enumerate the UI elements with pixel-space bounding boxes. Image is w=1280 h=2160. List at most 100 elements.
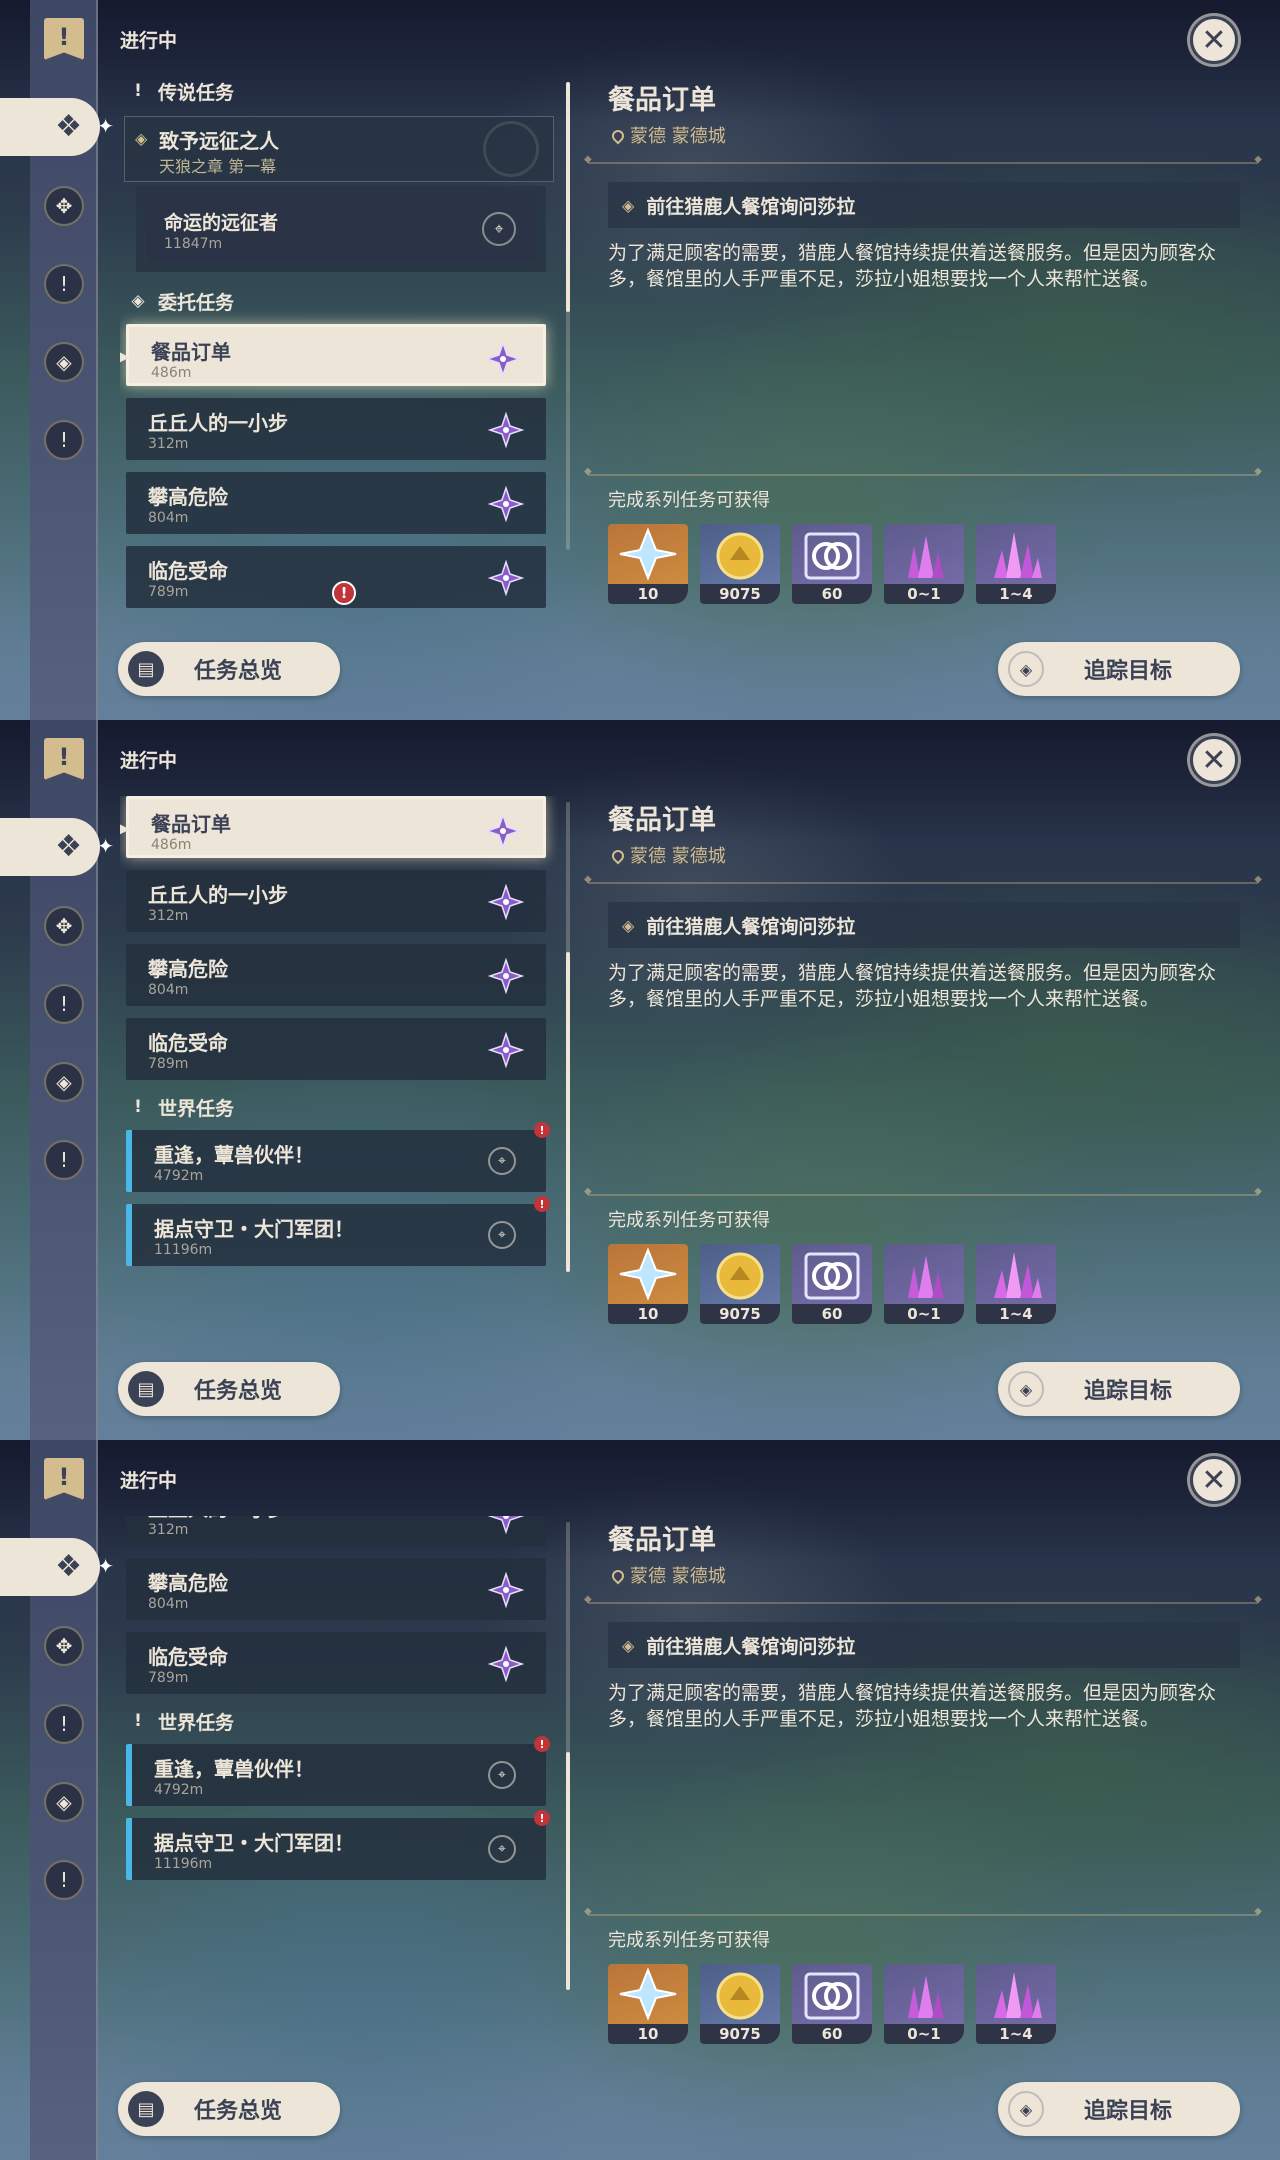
close-icon: ✕	[1201, 22, 1227, 58]
close-button[interactable]: ✕	[1190, 1456, 1238, 1504]
location-text: 蒙德 蒙德城	[630, 126, 726, 147]
reward-friendship-exp[interactable]: 60	[792, 524, 872, 604]
quest-book-icon: ▤	[128, 651, 164, 687]
rail-tab-alert[interactable]: !	[44, 420, 84, 460]
scrollbar-thumb[interactable]	[566, 952, 570, 1272]
close-button[interactable]: ✕	[1190, 16, 1238, 64]
rail-tab-commission[interactable]: ❖ ✦	[0, 818, 114, 876]
commission-star-icon	[488, 486, 524, 522]
quest-overview-button[interactable]: ▤ 任务总览	[118, 1362, 340, 1416]
map-pin-icon[interactable]: ⌖	[488, 1147, 516, 1175]
rail-tab-story[interactable]: ◈	[44, 1062, 84, 1102]
quest-overview-button[interactable]: ▤ 任务总览	[118, 2082, 340, 2136]
button-label: 追踪目标	[1084, 659, 1173, 684]
selected-arrow-icon: ▶	[120, 821, 130, 837]
divider	[584, 466, 1262, 477]
reward-friendship-exp[interactable]: 60	[792, 1964, 872, 2044]
close-button[interactable]: ✕	[1190, 736, 1238, 784]
reward-friendship-exp[interactable]: 60	[792, 1244, 872, 1324]
reward-qty: 0~1	[884, 1304, 964, 1324]
rail-tab-alert[interactable]: !	[44, 1140, 84, 1180]
map-pin-icon[interactable]: ⌖	[482, 212, 516, 246]
track-target-button[interactable]: ◈ 追踪目标	[998, 642, 1240, 696]
reward-mora[interactable]: 9075	[700, 1244, 780, 1324]
commission-icon: ❖	[55, 829, 82, 864]
commission-item-selected[interactable]: ▶ 餐品订单 486m	[120, 796, 546, 858]
world-quest-item[interactable]: 据点守卫・大门军团！ 11196m ⌖ !	[126, 1196, 550, 1266]
world-quest-item[interactable]: 重逢，蕈兽伙伴！ 4792m ⌖ !	[126, 1122, 550, 1192]
rail-tab-world[interactable]: !	[44, 1704, 84, 1744]
close-icon: ✕	[1201, 742, 1227, 778]
diamond-icon: ◈	[622, 1635, 635, 1655]
track-diamond-icon: ◈	[1008, 2091, 1044, 2127]
commission-item[interactable]: 临危受命 789m	[126, 1018, 546, 1080]
world-quest-item[interactable]: 重逢，蕈兽伙伴！ 4792m ⌖ !	[126, 1736, 550, 1806]
reward-primogem[interactable]: 10	[608, 1964, 688, 2044]
commission-item[interactable]: 丘丘人的一小步 312m	[126, 1516, 546, 1546]
reward-crystal-ore[interactable]: 0~1	[884, 1244, 964, 1324]
story-icon: ◈	[56, 1790, 72, 1814]
commission-item[interactable]: 临危受命 789m	[126, 1632, 546, 1694]
selected-spark-icon: ✦	[97, 114, 114, 138]
rail-tab-story[interactable]: ◈	[44, 342, 84, 382]
world-quest-icon: !	[59, 1712, 69, 1736]
commission-diamond-icon: ◈	[131, 291, 145, 311]
alert-icon: !	[59, 428, 69, 452]
reward-crystal-chunk[interactable]: 1~4	[976, 1964, 1056, 2044]
reward-primogem[interactable]: 10	[608, 524, 688, 604]
map-pin-icon[interactable]: ⌖	[488, 1835, 516, 1863]
objective-text: 前往猎鹿人餐馆询问莎拉	[646, 1635, 856, 1658]
commission-item[interactable]: 攀高危险 804m	[126, 472, 546, 534]
quest-list[interactable]: 丘丘人的一小步 312m 攀高危险 804m 临危受命 789m ! 世界任务 …	[120, 1516, 558, 2052]
map-pin-icon[interactable]: ⌖	[488, 1221, 516, 1249]
reward-primogem[interactable]: 10	[608, 1244, 688, 1324]
map-pin-icon[interactable]: ⌖	[488, 1761, 516, 1789]
track-target-button[interactable]: ◈ 追踪目标	[998, 1362, 1240, 1416]
reward-mora[interactable]: 9075	[700, 524, 780, 604]
rail-tab-archon[interactable]: ✥	[44, 906, 84, 946]
diamond-icon: ◈	[622, 195, 635, 215]
scrollbar-thumb[interactable]	[566, 82, 570, 312]
legend-subquest-item[interactable]: 命运的远征者 11847m ⌖	[136, 186, 546, 272]
reward-crystal-ore[interactable]: 0~1	[884, 1964, 964, 2044]
wolf-emblem-icon	[483, 121, 539, 177]
quest-overview-button[interactable]: ▤ 任务总览	[118, 642, 340, 696]
commission-item[interactable]: 丘丘人的一小步 312m	[126, 870, 546, 932]
commission-item-selected[interactable]: ▶ 餐品订单 486m	[120, 324, 546, 386]
rail-tab-archon[interactable]: ✥	[44, 186, 84, 226]
alert-icon: !	[534, 1196, 550, 1212]
reward-qty: 10	[608, 584, 688, 604]
commission-item[interactable]: 攀高危险 804m	[126, 944, 546, 1006]
reward-crystal-chunk[interactable]: 1~4	[976, 524, 1056, 604]
rail-tab-commission[interactable]: ❖ ✦	[0, 1538, 114, 1596]
detail-description: 为了满足顾客的需要，猎鹿人餐馆持续提供着送餐服务。但是因为顾客众多，餐馆里的人手…	[608, 1682, 1217, 1730]
scrollbar-thumb[interactable]	[566, 1752, 570, 1990]
legend-quest-item[interactable]: ◈ 致予远征之人 天狼之章 第一幕	[124, 116, 554, 182]
rail-tab-world[interactable]: !	[44, 264, 84, 304]
reward-crystal-ore[interactable]: 0~1	[884, 524, 964, 604]
rail-tab-commission[interactable]: ❖ ✦	[0, 98, 114, 156]
divider	[584, 1906, 1262, 1917]
world-quest-item[interactable]: 据点守卫・大门军团！ 11196m ⌖ !	[126, 1810, 550, 1880]
commission-item[interactable]: 临危受命 789m !	[126, 546, 546, 608]
reward-mora[interactable]: 9075	[700, 1964, 780, 2044]
reward-crystal-chunk[interactable]: 1~4	[976, 1244, 1056, 1324]
rail-tab-story[interactable]: ◈	[44, 1782, 84, 1822]
crystal-ore-icon	[908, 1976, 944, 2018]
rail-tab-archon[interactable]: ✥	[44, 1626, 84, 1666]
reward-qty: 10	[608, 2024, 688, 2044]
list-scrollbar[interactable]	[566, 802, 570, 1272]
selected-arrow-icon: ▶	[120, 349, 130, 365]
commission-item[interactable]: 丘丘人的一小步 312m	[126, 398, 546, 460]
quest-title: 丘丘人的一小步	[148, 883, 288, 907]
location-pin-icon	[609, 847, 627, 865]
rail-tab-world[interactable]: !	[44, 984, 84, 1024]
rail-tab-alert[interactable]: !	[44, 1860, 84, 1900]
list-scrollbar[interactable]	[566, 1522, 570, 1990]
commission-item[interactable]: 攀高危险 804m	[126, 1558, 546, 1620]
quest-list[interactable]: ! 传说任务 ◈ 致予远征之人 天狼之章 第一幕 命运的远征者 11847m ⌖…	[120, 76, 558, 612]
track-target-button[interactable]: ◈ 追踪目标	[998, 2082, 1240, 2136]
quest-list[interactable]: ▶ 餐品订单 486m 丘丘人的一小步 312m 攀高危险 804m 临危受命 …	[120, 796, 558, 1332]
list-scrollbar[interactable]	[566, 82, 570, 550]
quest-distance: 804m	[148, 982, 189, 998]
